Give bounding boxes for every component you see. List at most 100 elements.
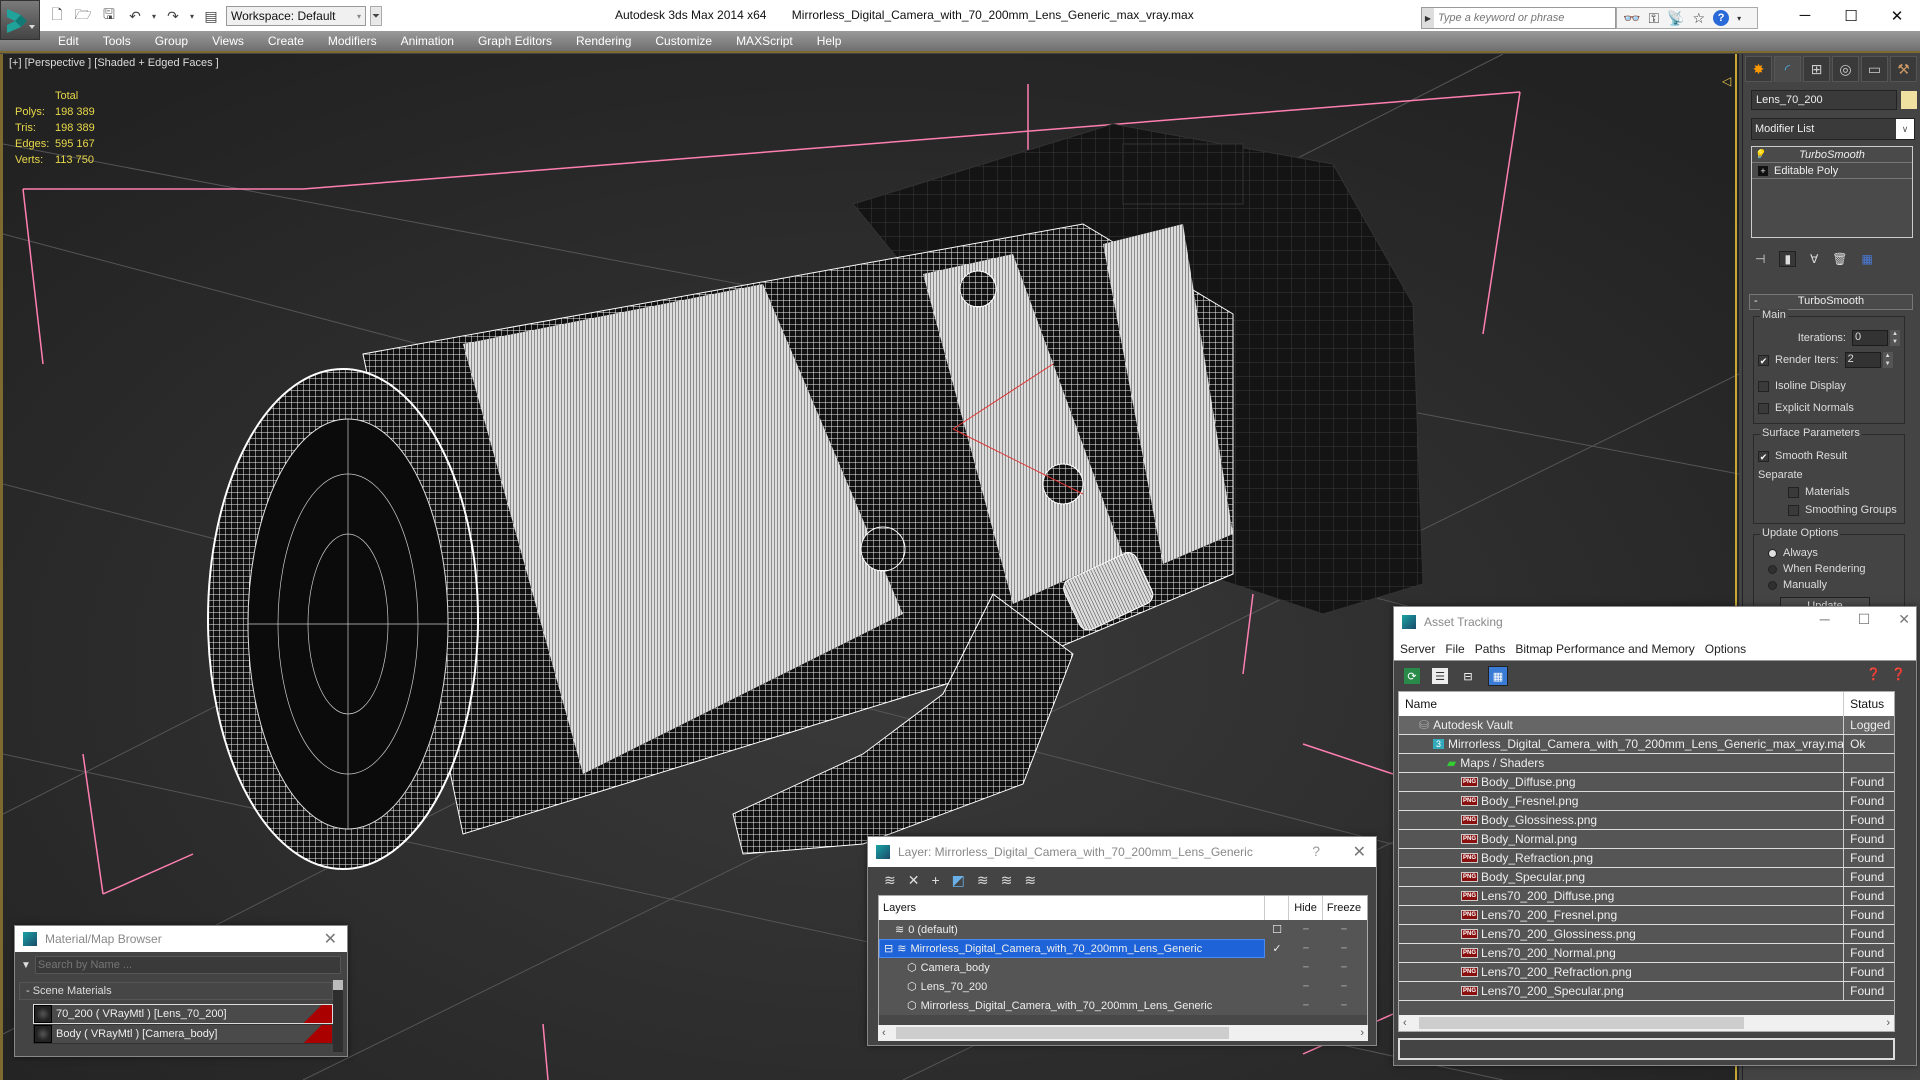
help-dropdown-icon[interactable]: ▾	[1737, 14, 1741, 23]
asset-row[interactable]: PNG Lens70_200_Normal.png Found	[1399, 944, 1894, 963]
display-tab-icon[interactable]: ▭	[1861, 56, 1888, 82]
configure-sets-icon[interactable]: ▦	[1862, 252, 1873, 266]
material-vertical-scrollbar[interactable]	[333, 980, 343, 1052]
asset-row[interactable]: ▰ Maps / Shaders	[1399, 754, 1894, 773]
utilities-tab-icon[interactable]: ⚒	[1890, 56, 1917, 82]
modify-tab-icon[interactable]: ◜	[1774, 56, 1801, 82]
lightbulb-icon[interactable]: 💡	[1754, 149, 1765, 160]
hide-all-layers-icon[interactable]: ≋	[1001, 872, 1013, 889]
asset-horizontal-scrollbar[interactable]: ‹ ›	[1399, 1015, 1894, 1031]
menu-views[interactable]: Views	[200, 31, 256, 51]
asset-row[interactable]: PNG Body_Specular.png Found	[1399, 868, 1894, 887]
collapse-icon[interactable]: ⊟	[884, 942, 893, 955]
scroll-left-icon[interactable]: ‹	[882, 1027, 886, 1039]
project-folder-icon[interactable]: ▤	[200, 6, 222, 26]
highlight-layer-icon[interactable]: ≋	[977, 872, 989, 889]
object-color-swatch[interactable]	[1901, 91, 1917, 109]
column-freeze[interactable]: Freeze	[1323, 896, 1365, 920]
refresh-icon[interactable]: ⟳	[1404, 668, 1420, 684]
freeze-toggle[interactable]: ━	[1323, 977, 1365, 996]
freeze-all-layers-icon[interactable]: ≋	[1024, 872, 1036, 889]
help-icon[interactable]: ❓	[1891, 667, 1906, 681]
scene-materials-section[interactable]: - Scene Materials	[19, 982, 333, 1000]
layer-horizontal-scrollbar[interactable]: ‹ ›	[878, 1025, 1368, 1041]
current-layer-check-icon[interactable]: ✓	[1265, 939, 1289, 958]
asset-row[interactable]: PNG Body_Glossiness.png Found	[1399, 811, 1894, 830]
separate-materials-checkbox[interactable]	[1788, 486, 1799, 498]
search-by-name-input[interactable]	[34, 956, 341, 974]
satellite-icon[interactable]: 📡	[1667, 10, 1684, 27]
hide-toggle[interactable]: ━	[1289, 939, 1323, 958]
minimize-button[interactable]: ─	[1782, 0, 1828, 31]
star-icon[interactable]: ☆	[1693, 10, 1706, 27]
spinner-arrows-icon[interactable]: ▲ ▼	[1890, 330, 1900, 346]
freeze-toggle[interactable]: ━	[1323, 996, 1365, 1015]
menu-customize[interactable]: Customize	[643, 31, 724, 51]
menu-graph-editors[interactable]: Graph Editors	[466, 31, 564, 51]
select-objects-icon[interactable]: ◩	[952, 872, 965, 889]
freeze-toggle[interactable]: ━	[1323, 939, 1365, 958]
scrollbar-thumb[interactable]	[896, 1027, 1229, 1039]
expand-plus-icon[interactable]: +	[1758, 165, 1768, 176]
smooth-result-checkbox[interactable]: ✔	[1758, 450, 1769, 462]
render-iters-spinner[interactable]: 2	[1844, 352, 1881, 368]
scrollbar-thumb[interactable]	[333, 980, 343, 990]
key-icon[interactable]: ⚿	[1648, 10, 1659, 27]
qat-customize-icon[interactable]: ⏷	[370, 6, 382, 26]
column-status[interactable]: Status	[1844, 692, 1894, 716]
layer-object-row[interactable]: ⬡ Mirrorless_Digital_Camera_with_70_200mm…	[879, 996, 1367, 1015]
asset-row[interactable]: ⛁Autodesk Vault Logged O	[1399, 716, 1894, 735]
update-manually-radio[interactable]	[1768, 580, 1777, 590]
asset-tracking-titlebar[interactable]: Asset Tracking ─ ☐ ✕	[1394, 607, 1916, 637]
material-browser-titlebar[interactable]: Material/Map Browser ✕	[15, 926, 347, 952]
menu-bitmap-performance[interactable]: Bitmap Performance and Memory	[1515, 642, 1694, 656]
asset-row[interactable]: PNG Lens70_200_Fresnel.png Found	[1399, 906, 1894, 925]
create-layer-icon[interactable]: ≋	[884, 872, 896, 889]
open-file-icon[interactable]: 🗁	[72, 6, 94, 26]
asset-row[interactable]: PNG Body_Fresnel.png Found	[1399, 792, 1894, 811]
layer-row[interactable]: ≋ 0 (default) ☐ ━ ━	[879, 920, 1367, 939]
new-file-icon[interactable]: 🗋	[46, 6, 68, 26]
create-tab-icon[interactable]: ✸	[1745, 56, 1772, 82]
menu-file[interactable]: File	[1445, 642, 1464, 656]
asset-row[interactable]: 3 Mirrorless_Digital_Camera_with_70_200mm…	[1399, 735, 1894, 754]
menu-animation[interactable]: Animation	[389, 31, 466, 51]
minimize-button[interactable]: ─	[1820, 611, 1830, 628]
menu-server[interactable]: Server	[1400, 642, 1435, 656]
asset-row[interactable]: PNG Lens70_200_Specular.png Found	[1399, 982, 1894, 1001]
close-button[interactable]: ✕	[324, 929, 337, 949]
freeze-toggle[interactable]: ━	[1323, 920, 1365, 939]
modifier-list-dropdown[interactable]: Modifier List ∨	[1751, 118, 1915, 140]
menu-rendering[interactable]: Rendering	[564, 31, 643, 51]
make-unique-icon[interactable]: ∀	[1810, 252, 1818, 266]
separate-smoothing-groups-checkbox[interactable]	[1788, 504, 1799, 516]
app-menu-button[interactable]	[0, 0, 40, 40]
explicit-normals-checkbox[interactable]	[1758, 402, 1769, 414]
menu-edit[interactable]: Edit	[46, 31, 91, 51]
object-name-field[interactable]: Lens_70_200	[1751, 90, 1897, 110]
keyword-search-input[interactable]	[1434, 12, 1614, 24]
remove-modifier-icon[interactable]: 🗑	[1832, 252, 1847, 266]
menu-paths[interactable]: Paths	[1475, 642, 1506, 656]
viewport-label[interactable]: [+] [Perspective ] [Shaded + Edged Faces…	[9, 57, 219, 69]
undo-dropdown-icon[interactable]: ▾	[150, 6, 158, 26]
hide-toggle[interactable]: ━	[1289, 958, 1323, 977]
menu-options[interactable]: Options	[1705, 642, 1746, 656]
scrollbar-thumb[interactable]	[1419, 1017, 1744, 1029]
column-hide[interactable]: Hide	[1289, 896, 1323, 920]
close-button[interactable]: ✕	[1874, 0, 1920, 31]
tree-view-icon[interactable]: ⊟	[1460, 668, 1476, 684]
material-item[interactable]: Body ( VRayMtl ) [Camera_body]	[33, 1024, 333, 1044]
column-layers[interactable]: Layers	[879, 896, 1265, 920]
binoculars-icon[interactable]: 👓	[1623, 10, 1640, 27]
layer-object-row[interactable]: ⬡ Camera_body ━ ━	[879, 958, 1367, 977]
hide-toggle[interactable]: ━	[1289, 920, 1323, 939]
menu-help[interactable]: Help	[805, 31, 854, 51]
update-always-radio[interactable]	[1768, 548, 1777, 558]
layer-dialog-titlebar[interactable]: Layer: Mirrorless_Digital_Camera_with_70…	[868, 837, 1376, 867]
scroll-right-icon[interactable]: ›	[1360, 1027, 1364, 1039]
redo-dropdown-icon[interactable]: ▾	[188, 6, 196, 26]
workspace-dropdown[interactable]: Workspace: Default ▾	[226, 6, 366, 26]
layer-row[interactable]: ⊟ ≋ Mirrorless_Digital_Camera_with_70_200m…	[879, 939, 1367, 958]
hierarchy-tab-icon[interactable]: ⊞	[1803, 56, 1830, 82]
